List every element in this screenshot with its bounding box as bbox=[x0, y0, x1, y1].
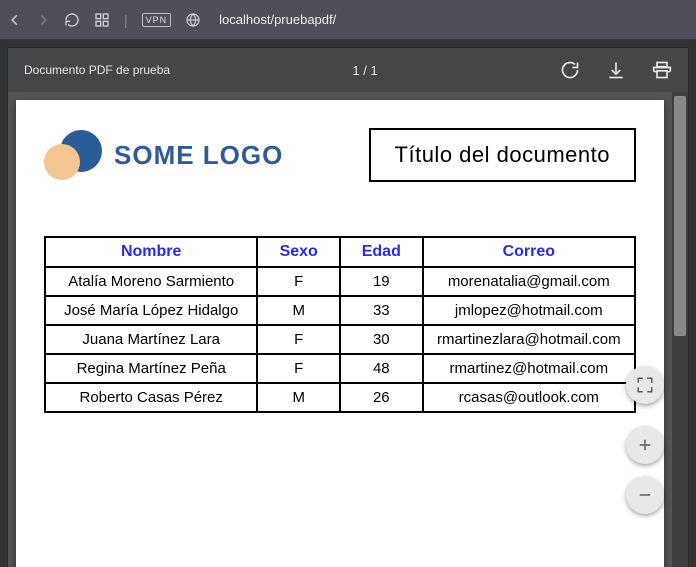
pdf-viewer: Documento PDF de prueba 1 / 1 SOME LOGO bbox=[8, 48, 688, 567]
download-icon[interactable] bbox=[606, 60, 626, 80]
cell-nombre: Atalía Moreno Sarmiento bbox=[45, 267, 257, 296]
toolbar-divider: | bbox=[124, 12, 128, 28]
zoom-out-button[interactable] bbox=[626, 476, 664, 514]
table-row: Atalía Moreno SarmientoF19morenatalia@gm… bbox=[45, 267, 635, 296]
cell-correo: jmlopez@hotmail.com bbox=[423, 296, 635, 325]
address-bar[interactable]: localhost/pruebapdf/ bbox=[219, 12, 336, 27]
back-icon[interactable] bbox=[8, 13, 22, 27]
reload-icon[interactable] bbox=[64, 12, 80, 28]
cell-sexo: F bbox=[257, 267, 340, 296]
col-header-sexo: Sexo bbox=[257, 237, 340, 267]
pdf-doc-title: Documento PDF de prueba bbox=[24, 63, 170, 77]
doc-header: SOME LOGO Título del documento bbox=[44, 128, 636, 182]
cell-correo: morenatalia@gmail.com bbox=[423, 267, 635, 296]
cell-nombre: José María López Hidalgo bbox=[45, 296, 257, 325]
table-header-row: Nombre Sexo Edad Correo bbox=[45, 237, 635, 267]
rotate-icon[interactable] bbox=[560, 60, 580, 80]
cell-nombre: Roberto Casas Pérez bbox=[45, 383, 257, 412]
vertical-scrollbar[interactable] bbox=[672, 92, 688, 567]
vpn-badge[interactable]: VPN bbox=[142, 13, 172, 27]
browser-top-bar: | VPN localhost/pruebapdf/ bbox=[0, 0, 696, 40]
data-table: Nombre Sexo Edad Correo Atalía Moreno Sa… bbox=[44, 236, 636, 413]
logo-mark-icon bbox=[44, 130, 104, 180]
col-header-correo: Correo bbox=[423, 237, 635, 267]
cell-edad: 33 bbox=[340, 296, 423, 325]
cell-edad: 48 bbox=[340, 354, 423, 383]
document-title: Título del documento bbox=[369, 128, 636, 182]
table-row: José María López HidalgoM33jmlopez@hotma… bbox=[45, 296, 635, 325]
print-icon[interactable] bbox=[652, 60, 672, 80]
cell-nombre: Juana Martínez Lara bbox=[45, 325, 257, 354]
extensions-icon[interactable] bbox=[94, 12, 110, 28]
cell-sexo: F bbox=[257, 325, 340, 354]
pdf-page-surface[interactable]: SOME LOGO Título del documento Nombre Se… bbox=[8, 92, 672, 567]
table-row: Juana Martínez LaraF30rmartinezlara@hotm… bbox=[45, 325, 635, 354]
cell-edad: 19 bbox=[340, 267, 423, 296]
cell-sexo: M bbox=[257, 296, 340, 325]
pdf-toolbar-actions bbox=[560, 60, 672, 80]
cell-edad: 26 bbox=[340, 383, 423, 412]
browser-nav-cluster: | VPN bbox=[8, 12, 201, 28]
cell-correo: rmartinezlara@hotmail.com bbox=[423, 325, 635, 354]
cell-nombre: Regina Martínez Peña bbox=[45, 354, 257, 383]
cell-correo: rmartinez@hotmail.com bbox=[423, 354, 635, 383]
logo-text: SOME LOGO bbox=[114, 140, 283, 171]
table-row: Regina Martínez PeñaF48rmartinez@hotmail… bbox=[45, 354, 635, 383]
fit-to-page-button[interactable] bbox=[626, 366, 664, 404]
forward-icon[interactable] bbox=[36, 13, 50, 27]
col-header-nombre: Nombre bbox=[45, 237, 257, 267]
logo: SOME LOGO bbox=[44, 130, 283, 180]
table-row: Roberto Casas PérezM26rcasas@outlook.com bbox=[45, 383, 635, 412]
cell-sexo: F bbox=[257, 354, 340, 383]
cell-correo: rcasas@outlook.com bbox=[423, 383, 635, 412]
cell-edad: 30 bbox=[340, 325, 423, 354]
pdf-toolbar: Documento PDF de prueba 1 / 1 bbox=[8, 48, 688, 92]
zoom-in-button[interactable] bbox=[626, 426, 664, 464]
vertical-scrollbar-thumb[interactable] bbox=[674, 96, 686, 336]
page-indicator[interactable]: 1 / 1 bbox=[170, 63, 560, 78]
globe-icon[interactable] bbox=[185, 12, 201, 28]
cell-sexo: M bbox=[257, 383, 340, 412]
col-header-edad: Edad bbox=[340, 237, 423, 267]
pdf-page: SOME LOGO Título del documento Nombre Se… bbox=[16, 100, 664, 567]
